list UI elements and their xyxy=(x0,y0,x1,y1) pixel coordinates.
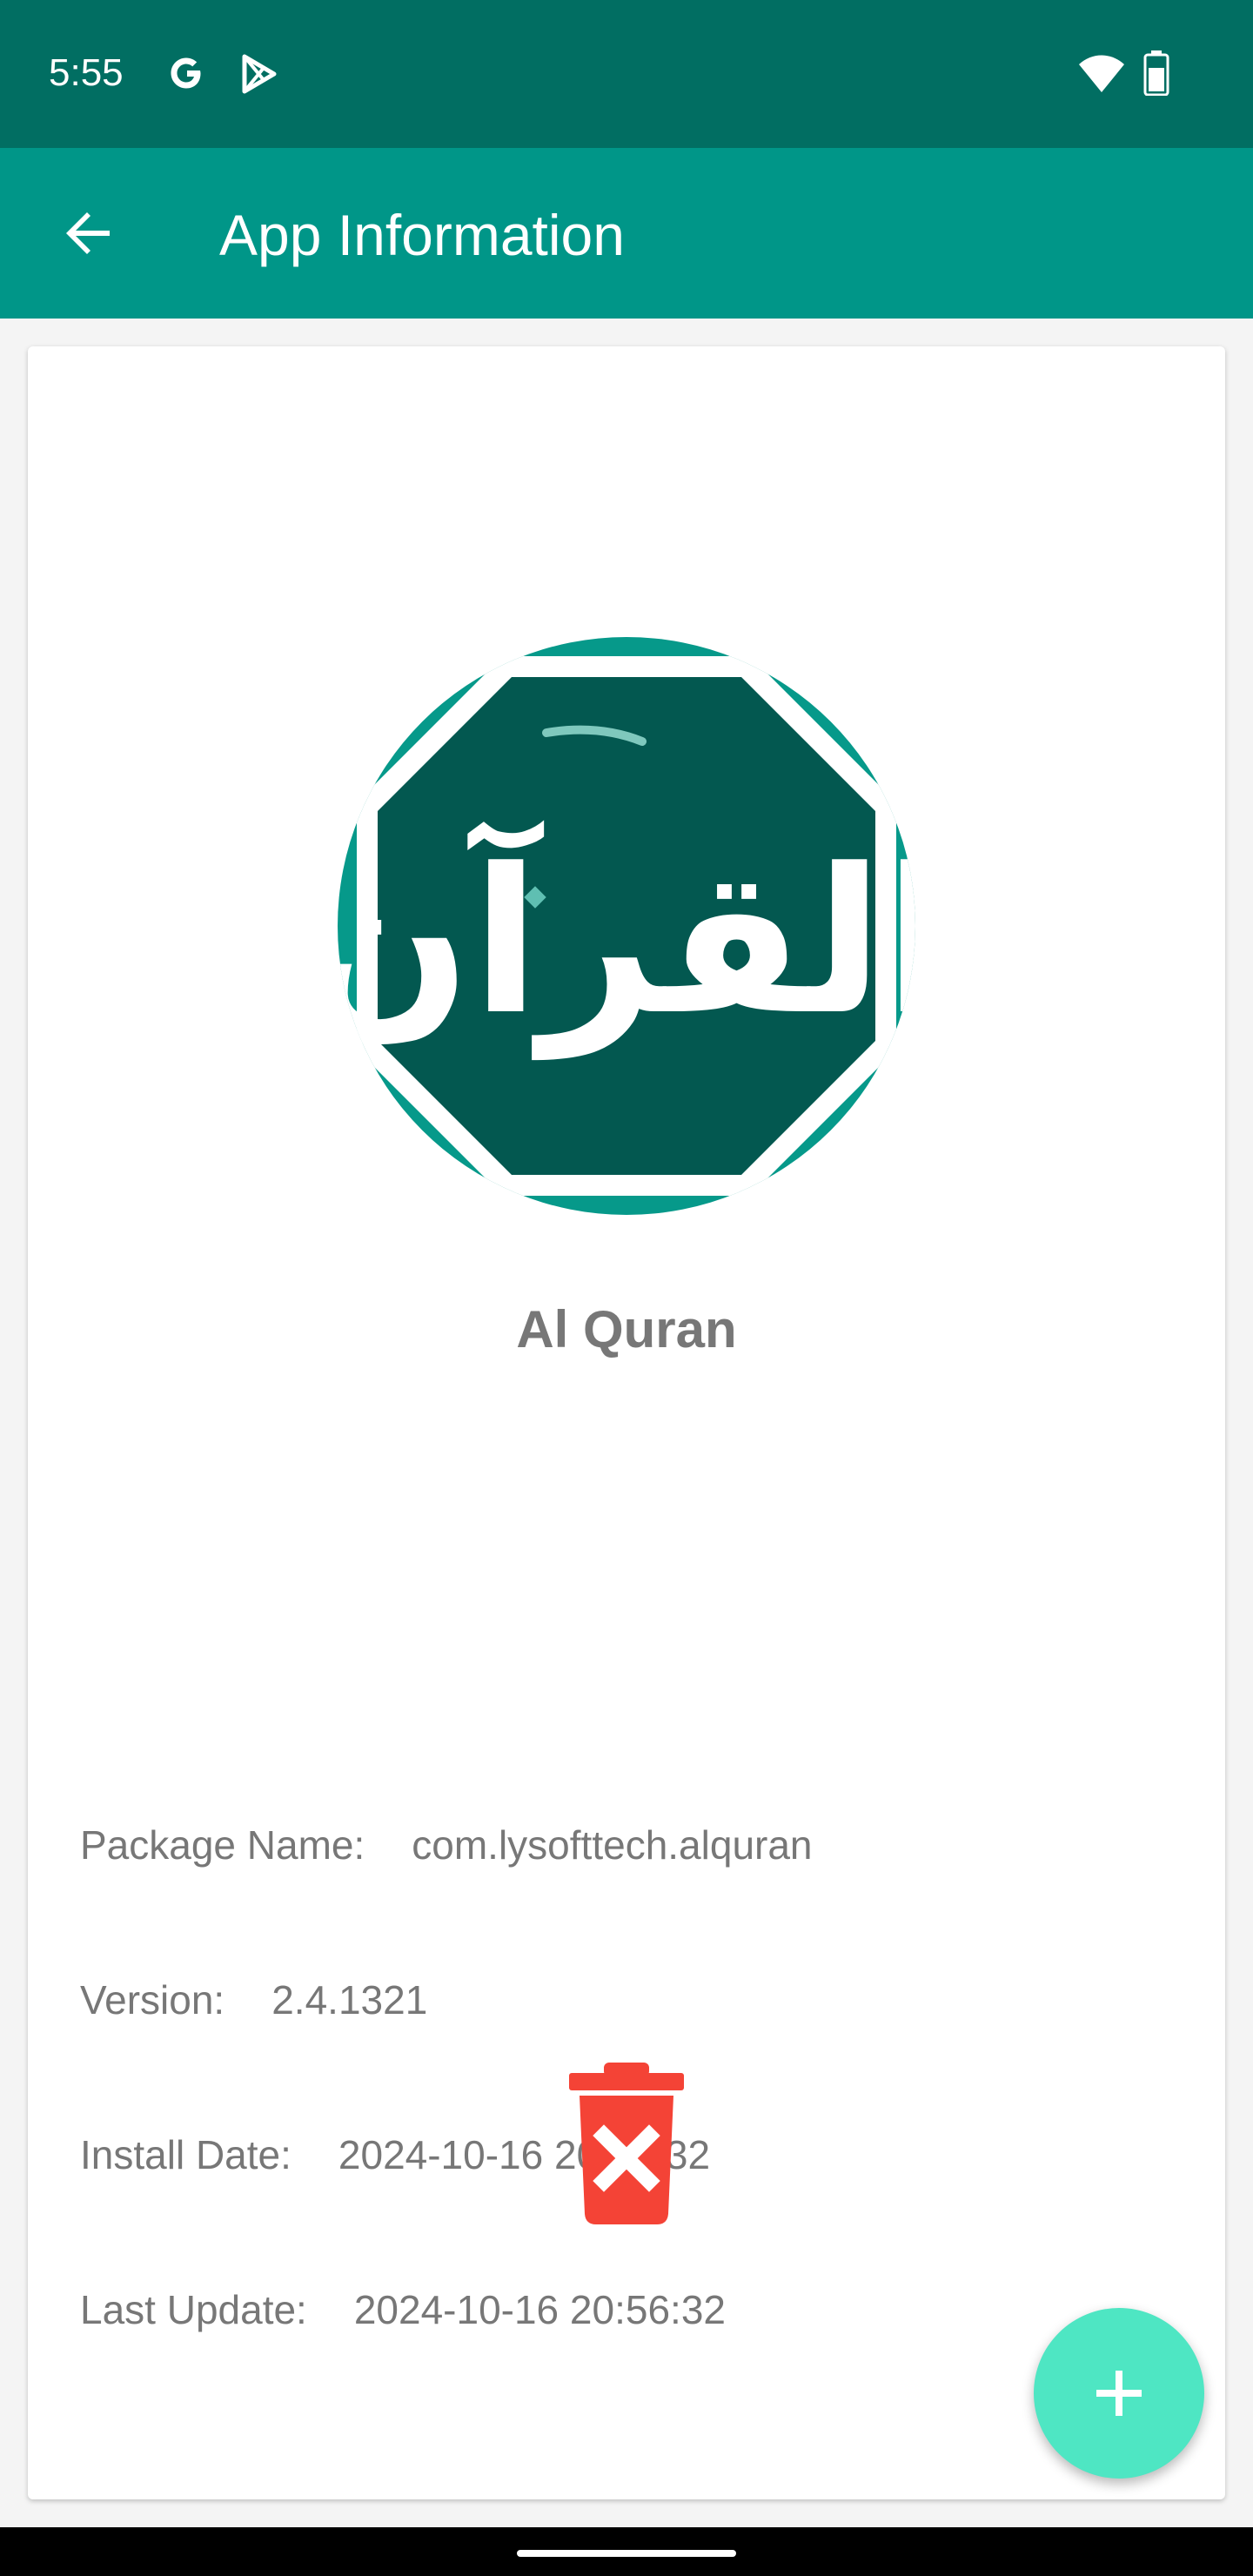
trash-delete-icon xyxy=(569,2063,684,2224)
status-time: 5:55 xyxy=(49,51,124,94)
wifi-icon xyxy=(1079,55,1124,92)
back-button[interactable] xyxy=(42,186,136,280)
plus-icon xyxy=(1096,2371,1142,2416)
package-name-row: Package Name: com.lysofttech.alquran xyxy=(80,1819,813,1871)
add-fab-button[interactable] xyxy=(1034,2308,1204,2479)
navigation-bar xyxy=(0,2527,1253,2576)
al-quran-app-icon: القرآن xyxy=(338,637,915,1215)
battery-icon xyxy=(1143,50,1169,96)
arrow-back-icon xyxy=(66,212,110,254)
package-name-label: Package Name: xyxy=(80,1822,365,1868)
app-info-card: القرآن Al Quran Package Name: com.lysoftt… xyxy=(28,346,1225,2499)
version-label: Version: xyxy=(80,1977,225,2023)
app-bar: App Information xyxy=(0,148,1253,319)
app-name: Al Quran xyxy=(516,1300,737,1358)
page-title: App Information xyxy=(219,203,625,267)
status-bar: 5:55 xyxy=(0,0,1253,148)
version-row: Version: 2.4.1321 xyxy=(80,1974,427,2026)
install-date-label: Install Date: xyxy=(80,2132,291,2177)
version-value: 2.4.1321 xyxy=(271,1977,428,2023)
home-gesture-handle[interactable] xyxy=(517,2550,736,2557)
package-name-value: com.lysofttech.alquran xyxy=(412,1822,813,1868)
al-quran-calligraphy: القرآن xyxy=(338,820,915,1060)
last-update-row: Last Update: 2024-10-16 20:56:32 xyxy=(80,2284,726,2336)
uninstall-button[interactable] xyxy=(560,2061,693,2226)
play-store-icon xyxy=(242,54,277,94)
last-update-label: Last Update: xyxy=(80,2287,307,2332)
last-update-value: 2024-10-16 20:56:32 xyxy=(353,2287,726,2332)
google-g-icon xyxy=(171,57,201,89)
